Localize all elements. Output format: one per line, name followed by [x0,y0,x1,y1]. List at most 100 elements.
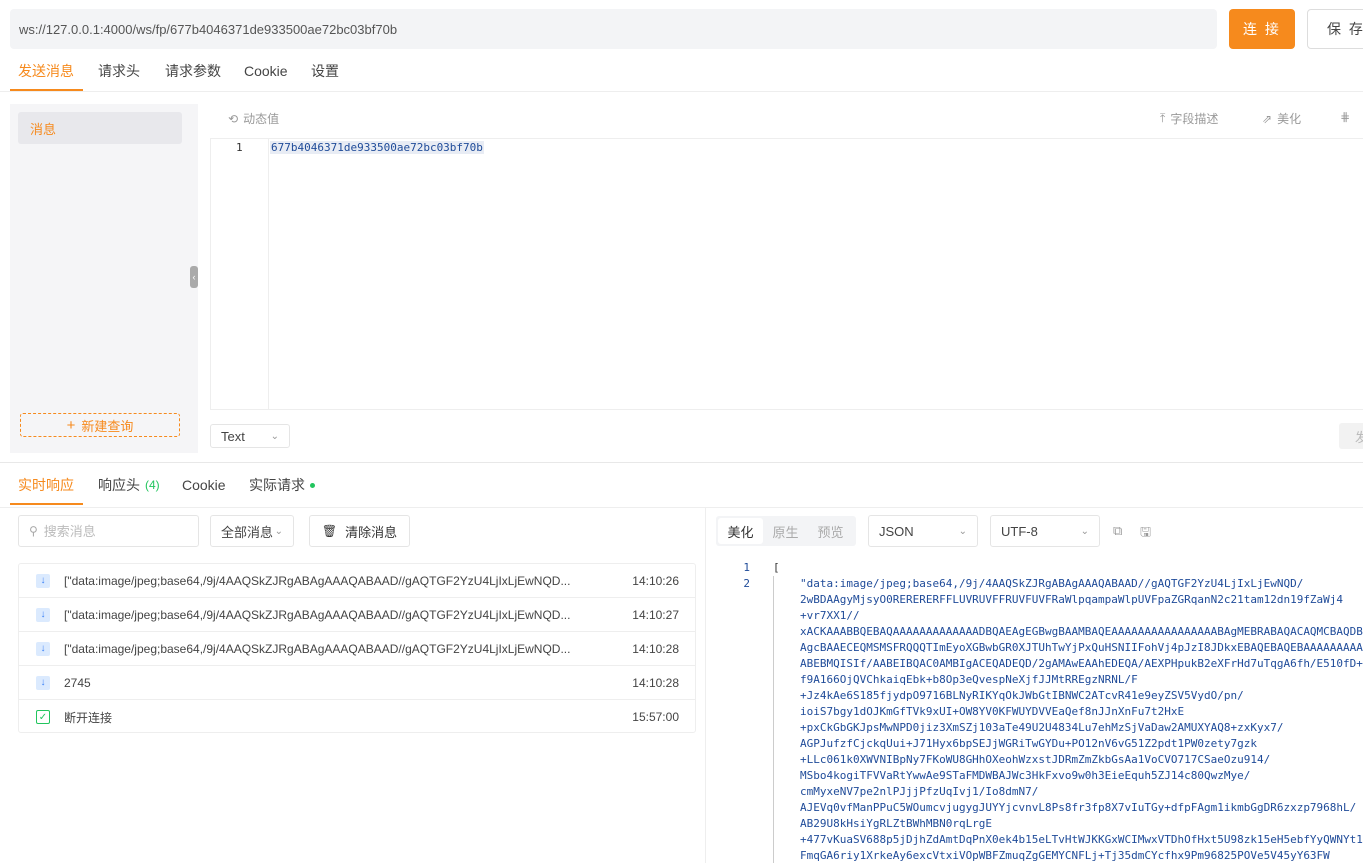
status-dot-icon [310,482,315,488]
actual-request-label: 实际请求 [249,477,305,493]
new-query-button[interactable]: + 新建查询 [20,413,180,437]
response-headers-label: 响应头 [98,477,140,493]
list-item[interactable]: ↓ ["data:image/jpeg;base64,/9j/4AAQSkZJR… [19,564,695,598]
tab-realtime-response[interactable]: 实时响应 [18,473,74,497]
search-input[interactable] [43,523,184,539]
message-text: 断开连接 [64,710,113,725]
code-line: ioiS7bgy1dOJKmGfTVk9xUI+OW8YV0KFWUYDVVEa… [800,705,1185,718]
plus-icon: + [66,416,76,434]
format-dropdown[interactable]: JSON ⌄ [868,515,978,547]
save-icon[interactable]: 🖫 [1140,523,1151,545]
filter-select[interactable]: 全部消息 ⌄ [210,515,294,547]
encoding-dropdown-value: UTF-8 [1001,523,1038,539]
format-select[interactable]: Text ⌄ [210,424,290,448]
code-line: +Jz4kAe6S185fjydpO9716BLNyRIKYqOkJWbGtIB… [800,689,1244,702]
new-query-label: 新建查询 [81,418,134,434]
trash-icon: 🗑 [321,524,338,538]
code-line: 2wBDAAgyMjsyO0RERERERFFLUVRUVFFRUVFUVFRa… [800,593,1344,606]
send-button[interactable]: 发 [1339,423,1363,449]
chevron-down-icon: ⌄ [958,525,967,537]
line-number: 2 [743,577,750,590]
sidebar-item-message[interactable]: 消息 [18,112,182,144]
headers-count-badge: (4) [145,478,160,492]
code-line: AgcBAAECEQMSMSFRQQQTImEyoXGBwbGR0XJTUhTw… [800,641,1363,654]
code-line: +vr7XX1// [800,609,860,622]
save-button[interactable]: 保 存 [1307,9,1363,49]
clear-messages-button[interactable]: 🗑 清除消息 [309,515,410,547]
tab-settings[interactable]: 设置 [311,59,339,83]
check-circle-icon: ✓ [36,710,50,724]
code-line: f9A166OjQVChkaiqEbk+b8Op3eQvespNeXjfJJMt… [800,673,1138,686]
url-input[interactable]: ws://127.0.0.1:4000/ws/fp/677b4046371de9… [10,9,1217,49]
editor-gutter [211,139,269,409]
chevron-down-icon: ⌄ [270,430,279,442]
code-line: +pxCkGbGKJpsMwNPD0jiz3XmSZj103aTe49U2U48… [800,721,1284,734]
editor-content[interactable]: 677b4046371de933500ae72bc03bf70b [270,141,484,154]
arrow-down-icon: ↓ [36,675,50,690]
tab-response-headers[interactable]: 响应头 (4) [98,473,160,497]
message-editor[interactable] [210,138,1363,410]
connect-button[interactable]: 连 接 [1229,9,1295,49]
code-line: [ [773,561,780,574]
search-box[interactable]: ⚲ [18,515,199,547]
response-body[interactable]: 1 2 [ "data:image/jpeg;base64,/9j/4AAQSk… [710,560,1363,863]
search-icon: ⚲ [29,524,38,538]
view-beautify-button[interactable]: 美化 [718,518,763,544]
view-raw-button[interactable]: 原生 [763,518,808,544]
message-text: ["data:image/jpeg;base64,/9j/4AAQSkZJRgA… [64,607,571,622]
code-line: ABEBMQISIf/AABEIBQAC0AMBIgACEQADEQD/2gAM… [800,657,1363,670]
encoding-dropdown[interactable]: UTF-8 ⌄ [990,515,1100,547]
more-icon[interactable]: ⋕ [1340,110,1350,124]
message-time: 14:10:27 [632,607,679,622]
list-item[interactable]: ↓ ["data:image/jpeg;base64,/9j/4AAQSkZJR… [19,598,695,632]
code-line: AJEVq0vfManPPuC5WOumcvjugygJUYYjcvnvL8Ps… [800,801,1357,814]
chevron-down-icon: ⌄ [274,525,283,537]
list-item[interactable]: ↓ ["data:image/jpeg;base64,/9j/4AAQSkZJR… [19,632,695,666]
tab-send-message[interactable]: 发送消息 [18,59,74,83]
message-time: 15:57:00 [632,710,679,724]
field-desc-button[interactable]: ⤒ 字段描述 [1160,110,1218,127]
code-line: cmMyxeNV7pe2nlPJjjPfzUqIvj1/Io8dmN7/ [800,785,1039,798]
collapse-handle[interactable]: ‹ [190,266,198,288]
code-line: xACKAAABBQEBAQAAAAAAAAAAAAADBQAEAgEGBwgB… [800,625,1363,638]
message-list: ↓ ["data:image/jpeg;base64,/9j/4AAQSkZJR… [18,563,696,733]
code-line: MSbo4kogiTFVVaRtYwwAe9STaFMDWBAJWc3HkFxv… [800,769,1251,782]
dynamic-value-button[interactable]: ⟲ 动态值 [228,110,279,127]
chevron-down-icon: ⌄ [1080,525,1089,537]
panel-separator [705,508,706,863]
tab-response-cookie[interactable]: Cookie [182,473,226,497]
view-preview-button[interactable]: 预览 [808,518,853,544]
tab-request-headers[interactable]: 请求头 [98,59,140,83]
code-line: AGPJufzfCjckqUui+J71Hyx6bpSEJjWGRiTwGYDu… [800,737,1257,750]
line-number: 1 [743,561,750,574]
message-text: 2745 [64,675,91,690]
beautify-button[interactable]: ⇗ 美化 [1262,110,1301,127]
refresh-icon: ⟲ [228,111,239,126]
indent-guide [773,576,774,863]
tab-actual-request[interactable]: 实际请求 [249,473,315,497]
copy-icon[interactable]: ⧉ [1113,523,1122,539]
arrow-down-icon: ↓ [36,607,50,622]
message-time: 14:10:26 [632,573,679,588]
clear-messages-label: 清除消息 [345,524,398,540]
message-sidebar [10,104,198,453]
list-item[interactable]: ✓ 断开连接 15:57:00 [19,700,695,734]
list-item[interactable]: ↓ 2745 14:10:28 [19,666,695,700]
arrow-down-icon: ↓ [36,641,50,656]
message-text: ["data:image/jpeg;base64,/9j/4AAQSkZJRgA… [64,641,571,656]
message-time: 14:10:28 [632,641,679,656]
active-response-tab-indicator [10,503,83,505]
tab-cookie[interactable]: Cookie [244,59,288,83]
format-dropdown-value: JSON [879,523,914,539]
magic-wand-icon: ⇗ [1262,111,1273,126]
tabs-divider [0,91,1363,92]
tab-request-params[interactable]: 请求参数 [165,59,221,83]
code-line: AB29U8kHsiYgRLZtBWhMBN0rqLrgE [800,817,993,830]
code-line: FmqGA6riy1XrkeAy6excVtxiVOpWBFZmuqZgGEMY… [800,849,1330,862]
line-number: 1 [236,141,243,154]
response-tabs-divider [0,507,1363,508]
code-line: "data:image/jpeg;base64,/9j/4AAQSkZJRgAB… [800,577,1304,590]
field-desc-label: 字段描述 [1170,112,1219,126]
arrow-down-icon: ↓ [36,573,50,588]
filter-select-value: 全部消息 [221,524,274,540]
